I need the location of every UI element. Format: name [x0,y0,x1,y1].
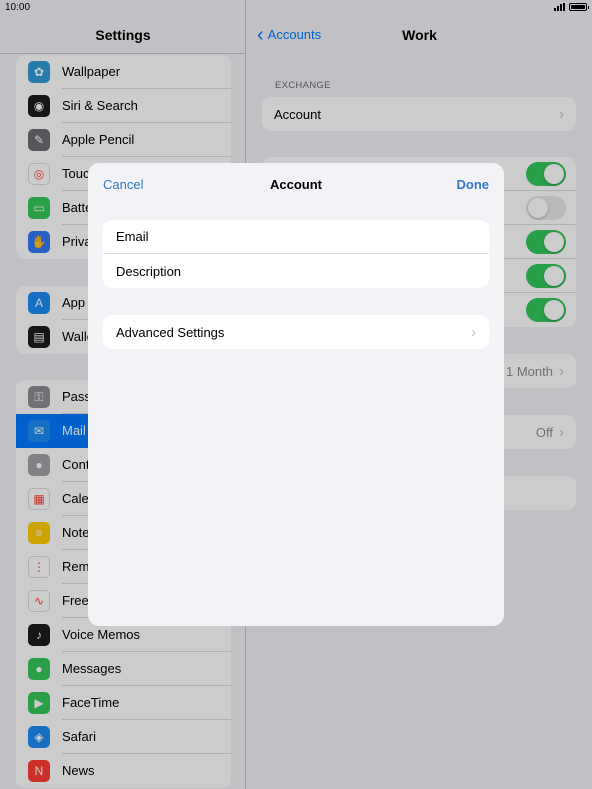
modal-navbar: Cancel Account Done [88,163,504,207]
description-row [103,254,489,288]
done-button[interactable]: Done [457,163,490,207]
advanced-settings-row[interactable]: Advanced Settings › [103,315,489,349]
modal-title: Account [270,177,322,192]
description-field[interactable] [116,263,476,279]
account-fields-group [103,220,489,288]
account-modal: Cancel Account Done Advanced Settings › [88,163,504,626]
chevron-right-icon: › [471,323,476,341]
email-field[interactable] [116,229,476,244]
advanced-settings-label: Advanced Settings [116,324,225,340]
email-row [103,220,489,254]
advanced-group: Advanced Settings › [103,315,489,349]
